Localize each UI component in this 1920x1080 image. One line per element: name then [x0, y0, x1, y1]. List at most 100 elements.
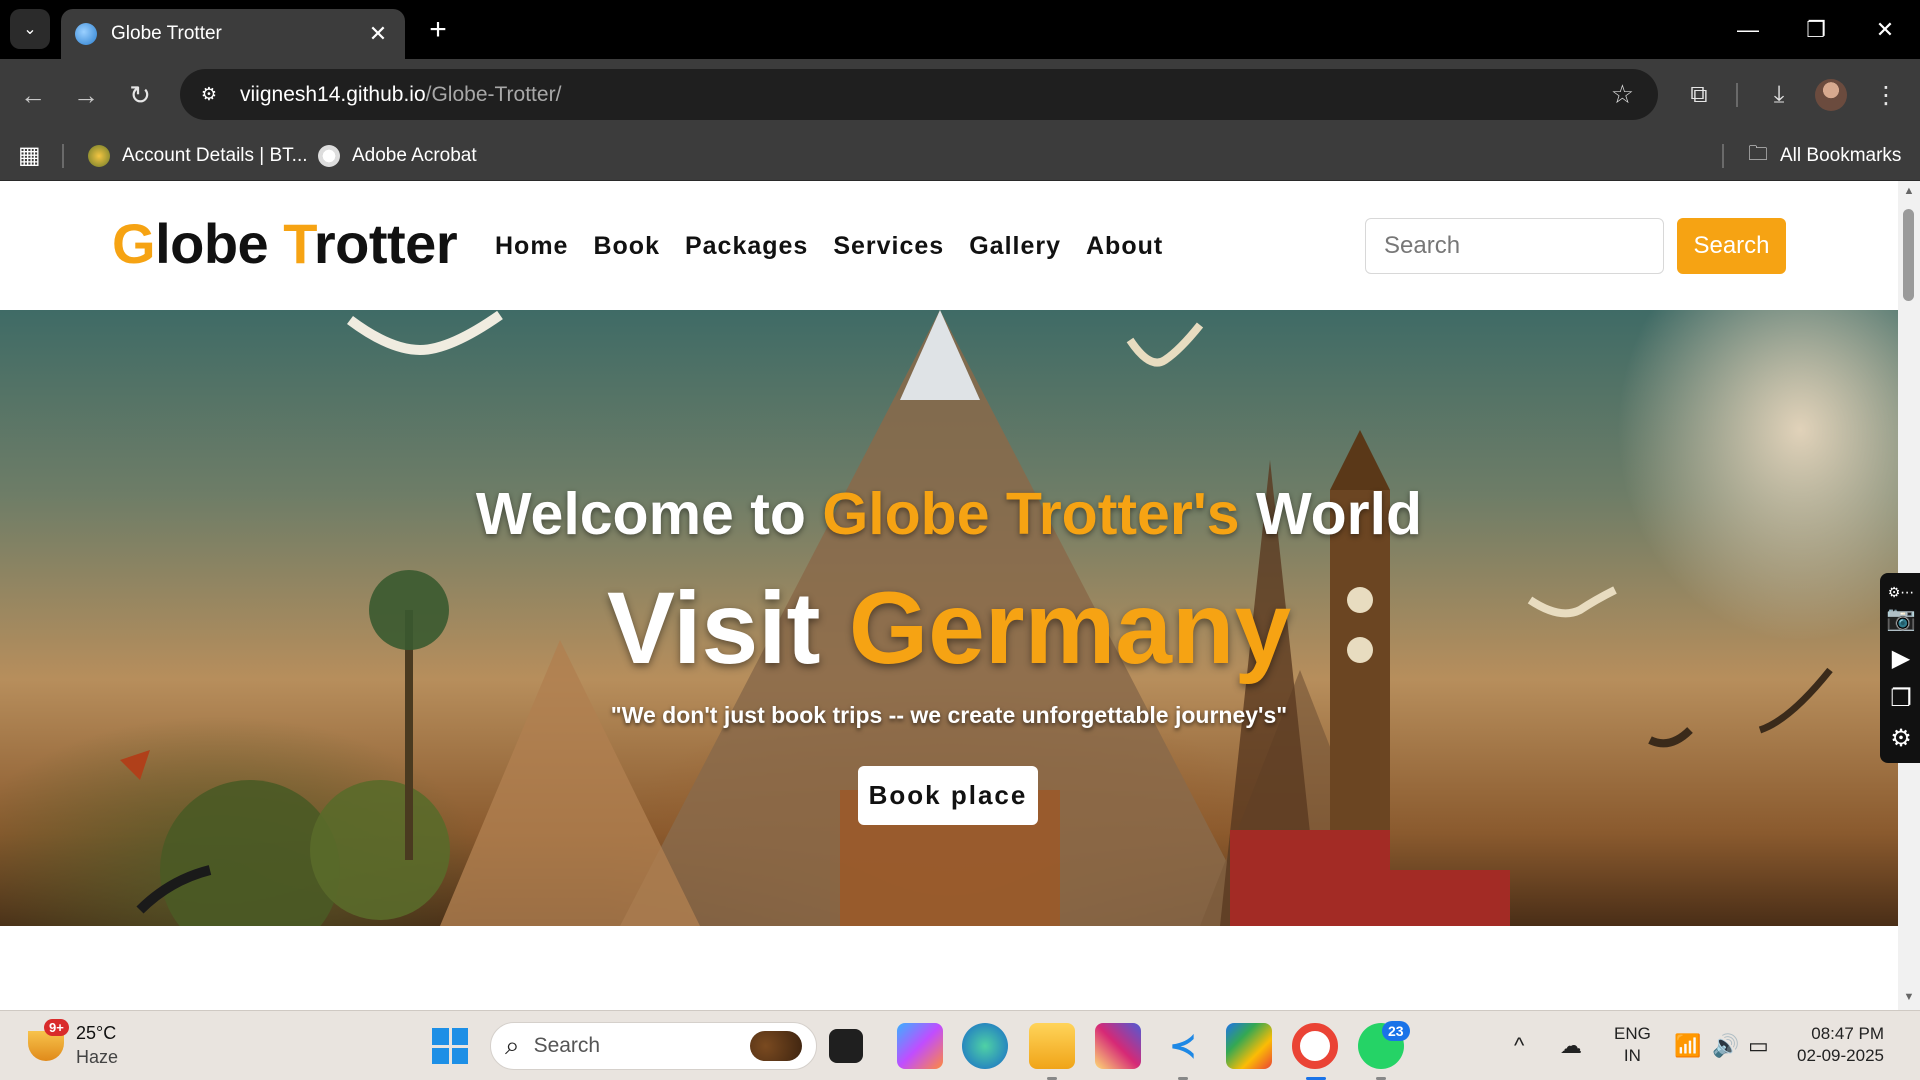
- weather-temperature[interactable]: 25°C: [76, 1023, 116, 1044]
- url-host: viignesh14.github.io: [240, 82, 426, 106]
- bookmark-adobe-acrobat[interactable]: Adobe Acrobat: [318, 130, 477, 181]
- chrome-icon[interactable]: [1292, 1023, 1338, 1069]
- language-code: ENG: [1614, 1024, 1651, 1043]
- taskbar-search-placeholder: Search: [533, 1034, 601, 1057]
- windows-taskbar: 9+ 25°C Haze ⌕ Search ≺ 23 ^ ☁ ENG IN 📶 …: [0, 1010, 1920, 1080]
- new-tab-button[interactable]: +: [420, 12, 456, 48]
- reload-icon[interactable]: ↻: [120, 75, 160, 115]
- show-hidden-icons-chevron-icon[interactable]: ^: [1514, 1033, 1524, 1059]
- copilot-icon[interactable]: [897, 1023, 943, 1069]
- welcome-suffix: World: [1239, 481, 1423, 547]
- site-search-input[interactable]: [1365, 218, 1664, 274]
- book-place-button[interactable]: Book place: [858, 766, 1038, 825]
- bookmark-account-details[interactable]: Account Details | BT...: [88, 130, 308, 181]
- battery-icon[interactable]: ▭: [1748, 1033, 1769, 1059]
- clock-date: 02-09-2025: [1797, 1046, 1884, 1065]
- welcome-accent: Globe Trotter's: [822, 481, 1240, 547]
- region-code: IN: [1623, 1046, 1641, 1065]
- back-arrow-icon[interactable]: ←: [13, 75, 53, 115]
- logo-letter-t: T: [283, 212, 314, 275]
- more-menu-icon[interactable]: ⋮: [1864, 73, 1908, 117]
- nav-packages[interactable]: Packages: [685, 232, 808, 261]
- language-indicator[interactable]: ENG IN: [1614, 1023, 1651, 1067]
- globe-favicon-icon: [75, 23, 97, 45]
- bookmark-label: Adobe Acrobat: [352, 144, 477, 166]
- search-icon: ⌕: [505, 1030, 520, 1060]
- minimize-button[interactable]: —: [1718, 8, 1778, 52]
- apps-grid-icon[interactable]: ▦: [18, 130, 41, 181]
- hero-visit-heading: Visit Germany: [0, 570, 1898, 687]
- toolbar-divider: [1736, 83, 1738, 107]
- tab-title: Globe Trotter: [111, 23, 222, 44]
- globe-icon: [318, 144, 340, 167]
- nav-services[interactable]: Services: [833, 232, 944, 261]
- file-explorer-icon[interactable]: [1029, 1023, 1075, 1069]
- video-camera-icon[interactable]: ▶: [1886, 643, 1916, 673]
- hero-content: Welcome to Globe Trotter's World Visit G…: [0, 310, 1898, 926]
- tab-search-button[interactable]: ⌄: [10, 9, 50, 49]
- site-logo[interactable]: Globe Trotter: [112, 211, 458, 276]
- close-window-button[interactable]: ✕: [1855, 8, 1915, 52]
- scroll-down-arrow-icon[interactable]: ▼: [1903, 991, 1915, 1003]
- clock-time: 08:47 PM: [1811, 1024, 1884, 1043]
- visit-prefix: Visit: [606, 571, 849, 685]
- edge-browser-icon[interactable]: [962, 1023, 1008, 1069]
- settings-gear-icon[interactable]: ⚙: [1886, 723, 1916, 753]
- scrollbar-thumb[interactable]: [1903, 209, 1914, 301]
- onedrive-cloud-icon[interactable]: ☁: [1560, 1033, 1582, 1059]
- folder-icon: 🗀: [1748, 142, 1768, 165]
- system-clock[interactable]: 08:47 PM 02-09-2025: [1794, 1023, 1884, 1067]
- browser-toolbar: ← → ↻ ⚙ viignesh14.github.io/Globe-Trott…: [0, 59, 1920, 130]
- address-bar[interactable]: ⚙ viignesh14.github.io/Globe-Trotter/ ☆: [180, 69, 1658, 120]
- all-bookmarks-button[interactable]: 🗀 All Bookmarks: [1748, 130, 1901, 181]
- restore-button[interactable]: ❐: [1786, 8, 1846, 52]
- task-view-icon[interactable]: [829, 1029, 863, 1063]
- nav-about[interactable]: About: [1086, 232, 1163, 261]
- extensions-puzzle-icon[interactable]: ⧉: [1677, 73, 1721, 117]
- bookmarks-divider: [1722, 144, 1724, 168]
- nav-home[interactable]: Home: [495, 232, 568, 261]
- forward-arrow-icon[interactable]: →: [66, 75, 106, 115]
- wifi-icon[interactable]: 📶: [1674, 1033, 1701, 1059]
- main-nav: Home Book Packages Services Gallery Abou…: [495, 232, 1163, 261]
- whatsapp-badge: 23: [1382, 1021, 1410, 1041]
- welcome-prefix: Welcome to: [475, 481, 823, 547]
- taskbar-search-box[interactable]: ⌕ Search: [490, 1022, 817, 1070]
- browser-tab-bar: ⌄ Globe Trotter ✕ + — ❐ ✕: [0, 0, 1920, 59]
- vscode-icon[interactable]: ≺: [1160, 1023, 1206, 1069]
- windows-start-icon[interactable]: [432, 1028, 468, 1064]
- instagram-icon[interactable]: [1095, 1023, 1141, 1069]
- logo-text-lobe: lobe: [155, 212, 284, 275]
- visit-destination: Germany: [848, 571, 1292, 685]
- download-icon[interactable]: ⤓: [1757, 73, 1801, 117]
- web-page: Globe Trotter Home Book Packages Service…: [0, 181, 1920, 1010]
- volume-icon[interactable]: 🔊: [1712, 1033, 1739, 1059]
- scroll-up-arrow-icon[interactable]: ▲: [1903, 185, 1915, 197]
- url-path: /Globe-Trotter/: [425, 82, 562, 106]
- site-info-icon[interactable]: ⚙: [192, 78, 226, 112]
- bookmark-label: Account Details | BT...: [122, 144, 308, 166]
- weather-condition[interactable]: Haze: [76, 1047, 118, 1068]
- profile-avatar[interactable]: [1815, 79, 1847, 111]
- hero-banner: Welcome to Globe Trotter's World Visit G…: [0, 310, 1898, 926]
- window-capture-icon[interactable]: ❐: [1886, 683, 1916, 713]
- camera-icon[interactable]: 📷: [1886, 603, 1916, 633]
- nav-book[interactable]: Book: [593, 232, 660, 261]
- logo-text-rotter: rotter: [313, 212, 458, 275]
- hero-tagline: "We don't just book trips -- we create u…: [610, 702, 1288, 728]
- search-highlight-icon: [750, 1031, 802, 1061]
- microsoft-store-icon[interactable]: [1226, 1023, 1272, 1069]
- bookmarks-divider: [62, 144, 64, 168]
- logo-letter-g: G: [112, 212, 156, 275]
- browser-tab-active[interactable]: Globe Trotter ✕: [61, 9, 405, 59]
- site-header: Globe Trotter Home Book Packages Service…: [0, 181, 1898, 310]
- nav-gallery[interactable]: Gallery: [969, 232, 1061, 261]
- bookmark-star-icon[interactable]: ☆: [1611, 79, 1634, 110]
- weather-badge: 9+: [44, 1019, 69, 1036]
- chevron-down-icon: ⌄: [23, 21, 37, 38]
- hero-welcome-heading: Welcome to Globe Trotter's World: [0, 480, 1898, 548]
- screen-capture-widget: ⚙⋯ 📷 ▶ ❐ ⚙: [1880, 573, 1920, 763]
- bt-favicon-icon: [88, 144, 110, 167]
- close-tab-icon[interactable]: ✕: [365, 21, 391, 47]
- site-search-button[interactable]: Search: [1677, 218, 1786, 274]
